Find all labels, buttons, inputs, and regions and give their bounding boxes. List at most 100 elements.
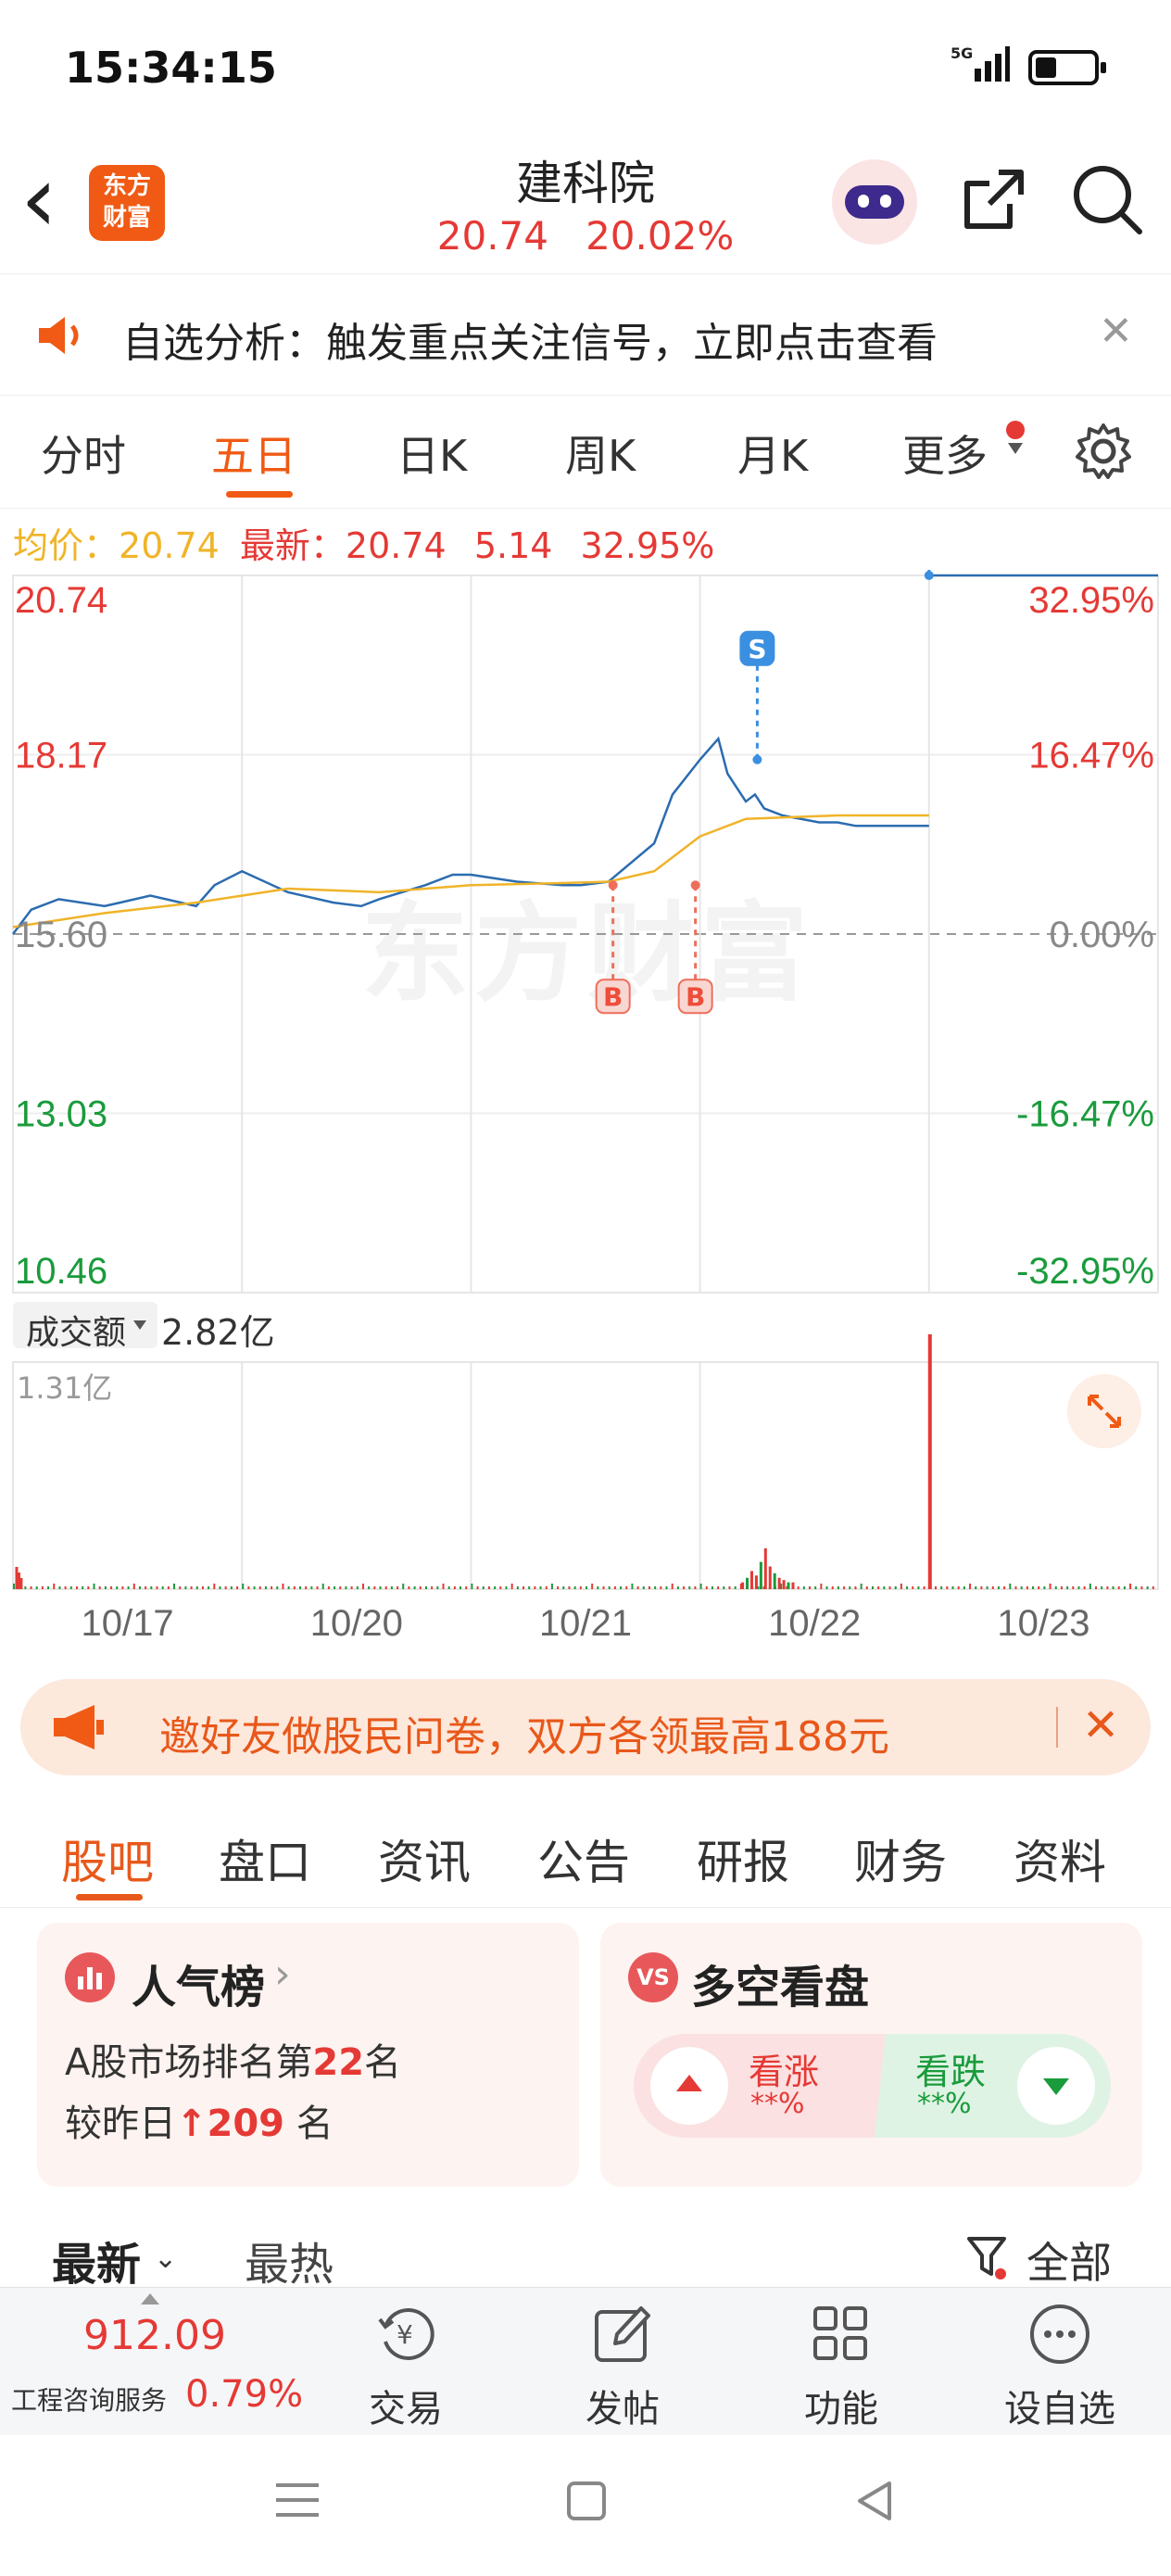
tab-pankou[interactable]: 盘口	[219, 1825, 311, 1892]
volume-bar	[201, 1586, 204, 1589]
volume-bar	[390, 1586, 393, 1589]
rank-suffix: 名	[364, 2041, 402, 2084]
active-tab-underline	[226, 491, 293, 498]
volume-bar	[1014, 1586, 1017, 1589]
sort-hot[interactable]: 最热	[245, 2228, 334, 2292]
volume-bar	[676, 1586, 679, 1589]
volume-bar	[642, 1586, 645, 1589]
search-icon[interactable]	[1071, 163, 1145, 237]
popularity-card[interactable]: 人气榜 › A股市场排名第22名 较昨日↑209 名	[37, 1923, 579, 2187]
bull-bear-card[interactable]: VS 多空看盘 看涨 **% 看跌 **%	[600, 1923, 1142, 2187]
volume-bar	[872, 1586, 874, 1589]
filter-icon[interactable]	[965, 2235, 1008, 2281]
chart-svg: BBSS20.7432.95%18.1716.47%15.600.00%13.0…	[12, 570, 1159, 1644]
bull-button[interactable]	[650, 2047, 728, 2125]
tab-zixun[interactable]: 资讯	[378, 1825, 471, 1892]
volume-bar	[723, 1586, 725, 1589]
x-axis-label: 10/17	[82, 1603, 174, 1644]
share-icon[interactable]	[960, 167, 1026, 234]
tab-yanbao[interactable]: 研报	[697, 1825, 789, 1892]
promo-close-icon[interactable]: ✕	[1082, 1699, 1119, 1751]
volume-bar	[1101, 1586, 1103, 1589]
post-icon[interactable]	[589, 2301, 656, 2368]
volume-bar	[568, 1586, 571, 1589]
volume-bar	[82, 1586, 84, 1589]
volume-bar	[179, 1586, 182, 1589]
volume-bar	[453, 1586, 456, 1589]
volume-bar	[802, 1586, 805, 1589]
megaphone-icon	[50, 1701, 106, 1757]
settings-gear-icon[interactable]	[1073, 421, 1134, 482]
robot-assistant-icon[interactable]	[832, 159, 917, 245]
tab-fenshi[interactable]: 分时	[41, 423, 126, 484]
volume-bar	[699, 1584, 702, 1589]
volume-dropdown-icon	[133, 1320, 146, 1330]
tab-guba[interactable]: 股吧	[61, 1825, 154, 1892]
function-grid-icon[interactable]	[808, 2301, 875, 2368]
tab-caiwu[interactable]: 财务	[854, 1825, 947, 1892]
volume-bar	[293, 1586, 296, 1589]
filter-label[interactable]: 全部	[1026, 2229, 1112, 2291]
volume-bar	[299, 1586, 301, 1589]
marker-dot	[608, 880, 618, 890]
menu-icon[interactable]	[276, 2481, 319, 2519]
volume-bar	[586, 1586, 587, 1589]
volume-bar	[58, 1586, 61, 1589]
volume-bar	[534, 1586, 536, 1589]
promo-banner[interactable]: 邀好友做股民问卷，双方各领最高188元 ✕	[20, 1679, 1151, 1775]
tab-rik[interactable]: 日K	[397, 423, 467, 484]
volume-bar	[787, 1582, 790, 1589]
volume-bar	[258, 1586, 261, 1589]
notice-close-icon[interactable]: ✕	[1099, 308, 1133, 355]
tab-zhouk[interactable]: 周K	[565, 423, 636, 484]
volume-selector[interactable]: 成交额	[13, 1302, 157, 1352]
volume-bar	[934, 1586, 937, 1589]
expand-icon[interactable]	[1067, 1374, 1141, 1448]
price-axis-label: 20.74	[15, 580, 107, 621]
volume-bar	[184, 1586, 187, 1589]
home-icon[interactable]	[567, 2481, 606, 2520]
popularity-chart-icon	[65, 1952, 115, 2002]
volume-bar	[110, 1586, 113, 1589]
volume-bar	[471, 1584, 473, 1589]
tab-more[interactable]: 更多	[902, 423, 988, 484]
volume-bar	[397, 1586, 399, 1589]
more-dots-icon[interactable]	[1026, 2301, 1093, 2368]
add-watchlist-label[interactable]: 设自选	[1004, 2379, 1115, 2432]
volume-bar	[654, 1586, 657, 1589]
trade-label[interactable]: 交易	[369, 2379, 443, 2432]
volume-bar	[219, 1586, 221, 1589]
volume-bar	[773, 1572, 776, 1589]
volume-bar	[373, 1586, 376, 1589]
volume-bar	[782, 1580, 786, 1589]
back-nav-icon[interactable]	[854, 2480, 897, 2522]
post-label[interactable]: 发帖	[586, 2379, 660, 2432]
sort-latest[interactable]: 最新	[52, 2228, 141, 2292]
volume-bar	[825, 1586, 828, 1589]
volume-bar	[213, 1584, 216, 1589]
feed-sort-bar: 最新 ⌄ 最热 全部	[0, 2215, 1171, 2292]
volume-bar	[138, 1586, 141, 1589]
popularity-change-line: 较昨日↑209 名	[65, 2093, 334, 2147]
notice-bar[interactable]: 自选分析：触发重点关注信号，立即点击查看 ✕	[0, 274, 1171, 396]
trade-icon[interactable]: ¥	[372, 2301, 439, 2368]
volume-bar	[287, 1586, 290, 1589]
tab-gonggao[interactable]: 公告	[537, 1825, 630, 1892]
tab-yuek[interactable]: 月K	[737, 423, 808, 484]
volume-bar	[963, 1586, 965, 1589]
function-label[interactable]: 功能	[804, 2379, 878, 2432]
volume-bar	[64, 1586, 67, 1589]
tab-ziliao[interactable]: 资料	[1014, 1825, 1106, 1892]
tab-wuri[interactable]: 五日	[211, 423, 296, 484]
volume-bar	[1152, 1586, 1154, 1589]
five-day-chart[interactable]: 东方财富 BBSS20.7432.95%18.1716.47%15.600.00…	[0, 570, 1171, 1663]
volume-bar	[69, 1586, 72, 1589]
speaker-icon	[35, 313, 87, 361]
volume-bar	[1106, 1586, 1109, 1589]
volume-bar	[648, 1586, 650, 1589]
volume-bar	[350, 1586, 353, 1589]
volume-bar	[161, 1586, 164, 1589]
index-value[interactable]: 912.09	[83, 2312, 226, 2359]
volume-bar	[379, 1586, 382, 1589]
bear-button[interactable]	[1017, 2047, 1095, 2125]
